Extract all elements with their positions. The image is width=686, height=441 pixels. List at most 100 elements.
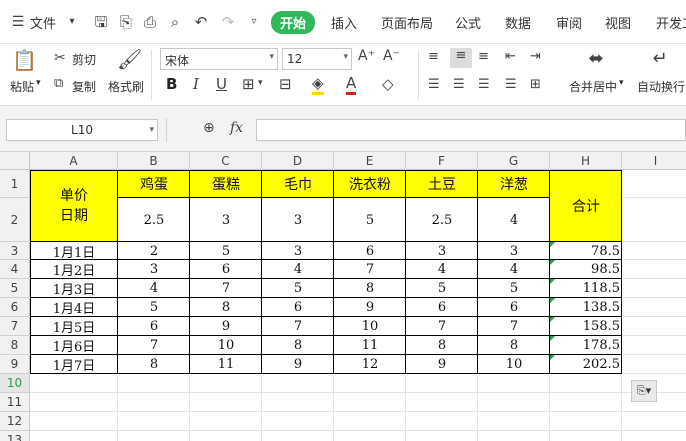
product-header-cell[interactable]: 洗衣粉 [334, 170, 406, 198]
column-header[interactable]: I [622, 152, 686, 170]
quantity-cell[interactable]: 8 [262, 336, 334, 355]
quantity-cell[interactable]: 6 [118, 317, 190, 336]
column-header[interactable]: D [262, 152, 334, 170]
cut-button[interactable]: 剪切 [72, 51, 96, 68]
underline-button[interactable]: U [216, 75, 227, 93]
total-header-cell[interactable]: 合计 [550, 170, 622, 242]
chevron-down-icon[interactable]: ▾ [619, 78, 624, 88]
increase-font-icon[interactable]: A⁺ [358, 48, 375, 64]
total-cell[interactable]: 118.5 [550, 279, 622, 298]
spreadsheet-grid[interactable]: A B C D E F G H I 1 2 3 4 5 6 7 8 9 10 11 12 13 单价 日期 鸡蛋 2.5 蛋糕… [0, 152, 686, 441]
quantity-cell[interactable]: 5 [118, 298, 190, 317]
tab-review[interactable]: 审阅 [556, 13, 582, 32]
decrease-font-icon[interactable]: A⁻ [383, 48, 400, 64]
italic-button[interactable]: I [193, 75, 199, 93]
quantity-cell[interactable]: 6 [190, 260, 262, 279]
total-cell[interactable]: 202.5 [550, 355, 622, 374]
font-color-icon[interactable]: A [346, 74, 357, 95]
row-header[interactable]: 2 [0, 198, 30, 242]
column-header[interactable]: B [118, 152, 190, 170]
format-painter-icon[interactable]: 🖌 [117, 47, 142, 71]
redo-icon[interactable]: ↷ [218, 12, 238, 32]
justify-icon[interactable]: ☰ [505, 77, 517, 92]
row-header[interactable]: 3 [0, 242, 30, 260]
quantity-cell[interactable]: 9 [406, 355, 478, 374]
quantity-cell[interactable]: 11 [190, 355, 262, 374]
row-header[interactable]: 5 [0, 279, 30, 298]
row-header[interactable]: 13 [0, 431, 30, 441]
quantity-cell[interactable]: 9 [262, 355, 334, 374]
price-cell[interactable]: 2.5 [406, 198, 478, 242]
quantity-cell[interactable]: 5 [478, 279, 550, 298]
tab-home[interactable]: 开始 [271, 11, 316, 34]
column-header[interactable]: H [550, 152, 622, 170]
quantity-cell[interactable]: 12 [334, 355, 406, 374]
column-header[interactable]: A [30, 152, 118, 170]
row-header[interactable]: 12 [0, 412, 30, 431]
format-painter-button[interactable]: 格式刷 [108, 78, 144, 95]
print-icon[interactable]: ⎙ [140, 12, 160, 32]
tab-page-layout[interactable]: 页面布局 [381, 13, 433, 32]
product-header-cell[interactable]: 洋葱 [478, 170, 550, 198]
total-cell[interactable]: 178.5 [550, 336, 622, 355]
clear-format-icon[interactable]: ◇ [382, 75, 394, 93]
quantity-cell[interactable]: 3 [118, 260, 190, 279]
price-cell[interactable]: 2.5 [118, 198, 190, 242]
price-cell[interactable]: 4 [478, 198, 550, 242]
align-left-icon[interactable]: ☰ [428, 77, 440, 92]
price-cell[interactable]: 3 [190, 198, 262, 242]
quantity-cell[interactable]: 7 [478, 317, 550, 336]
zoom-icon[interactable]: ⊕ [203, 120, 215, 136]
quantity-cell[interactable]: 10 [478, 355, 550, 374]
date-cell[interactable]: 1月2日 [30, 260, 118, 279]
quantity-cell[interactable]: 8 [190, 298, 262, 317]
tab-insert[interactable]: 插入 [331, 13, 357, 32]
product-header-cell[interactable]: 蛋糕 [190, 170, 262, 198]
quantity-cell[interactable]: 7 [118, 336, 190, 355]
row-header[interactable]: 8 [0, 336, 30, 355]
name-box[interactable]: L10 ▾ [6, 119, 158, 141]
copy-icon[interactable]: ⧉ [54, 76, 63, 91]
chevron-down-icon[interactable]: ▾ [258, 78, 263, 88]
quantity-cell[interactable]: 9 [334, 298, 406, 317]
quantity-cell[interactable]: 7 [406, 317, 478, 336]
column-header[interactable]: G [478, 152, 550, 170]
border-icon[interactable]: ⊞ [242, 75, 255, 93]
wrap-text-icon[interactable]: ↵ [648, 48, 672, 69]
quantity-cell[interactable]: 6 [262, 298, 334, 317]
quantity-cell[interactable]: 11 [334, 336, 406, 355]
quantity-cell[interactable]: 10 [334, 317, 406, 336]
quantity-cell[interactable]: 3 [262, 242, 334, 260]
tab-data[interactable]: 数据 [505, 13, 531, 32]
align-right-icon[interactable]: ☰ [478, 77, 490, 92]
quantity-cell[interactable]: 7 [334, 260, 406, 279]
product-header-cell[interactable]: 鸡蛋 [118, 170, 190, 198]
total-cell[interactable]: 98.5 [550, 260, 622, 279]
indent-icon[interactable]: ⇥ [530, 49, 541, 64]
align-bottom-icon[interactable]: ≡ [478, 49, 489, 64]
row-header[interactable]: 11 [0, 393, 30, 412]
date-cell[interactable]: 1月7日 [30, 355, 118, 374]
quantity-cell[interactable]: 9 [190, 317, 262, 336]
select-all-corner[interactable] [0, 152, 30, 170]
undo-icon[interactable]: ↶ [191, 12, 211, 32]
print-preview-icon[interactable]: ⌕ [165, 12, 185, 32]
column-header[interactable]: E [334, 152, 406, 170]
quantity-cell[interactable]: 5 [262, 279, 334, 298]
quantity-cell[interactable]: 5 [406, 279, 478, 298]
column-header[interactable]: F [406, 152, 478, 170]
product-header-cell[interactable]: 土豆 [406, 170, 478, 198]
quantity-cell[interactable]: 8 [334, 279, 406, 298]
quantity-cell[interactable]: 3 [478, 242, 550, 260]
paste-dropdown-icon[interactable]: ▾ [36, 78, 41, 88]
chevron-down-icon[interactable]: ▾ [62, 12, 82, 32]
fill-color-icon[interactable]: ◈ [312, 74, 324, 95]
price-cell[interactable]: 3 [262, 198, 334, 242]
row-header[interactable]: 6 [0, 298, 30, 317]
row-header[interactable]: 1 [0, 170, 30, 198]
font-name-select[interactable]: 宋体 ▾ [160, 48, 278, 70]
copy-button[interactable]: 复制 [72, 78, 96, 95]
outdent-icon[interactable]: ⇤ [505, 49, 516, 64]
file-menu[interactable]: 文件 [30, 13, 56, 32]
insert-function-button[interactable]: fx [230, 120, 243, 136]
